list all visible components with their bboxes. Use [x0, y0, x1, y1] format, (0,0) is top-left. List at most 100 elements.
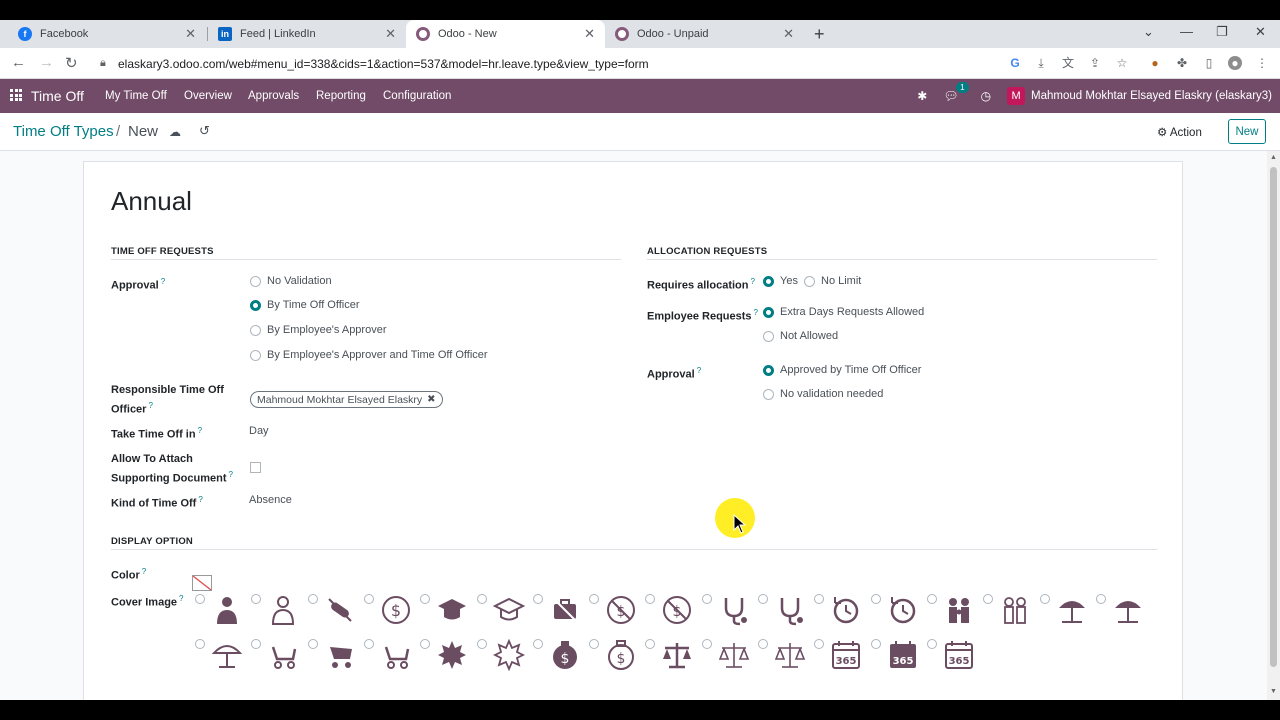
kind-select[interactable]: Absence [249, 494, 292, 506]
radio-dot[interactable] [814, 594, 825, 604]
scroll-thumb[interactable] [1270, 167, 1277, 667]
cover-image-option[interactable] [532, 592, 589, 636]
cover-image-option[interactable] [983, 592, 1039, 636]
radio-dot[interactable] [1039, 594, 1050, 604]
scroll-down-icon[interactable]: ▼ [1270, 688, 1277, 695]
radio-dot[interactable] [763, 306, 774, 318]
cover-image-option[interactable] [1095, 592, 1152, 636]
radio-dot[interactable] [589, 594, 600, 604]
radio-approved-by-officer[interactable]: Approved by Time Off Officer [763, 364, 921, 376]
cover-image-option[interactable] [814, 592, 870, 636]
cover-image-option[interactable] [1039, 592, 1096, 636]
radio-dot[interactable] [589, 639, 600, 649]
cloud-save-icon[interactable]: ☁︎ [169, 125, 181, 139]
radio-requires-no-limit[interactable]: No Limit [804, 275, 861, 287]
apps-grid-icon[interactable] [10, 89, 22, 101]
radio-dot[interactable] [251, 594, 262, 604]
browser-tab-odoo-unpaid[interactable]: Odoo - Unpaid ✕ [605, 20, 804, 48]
radio-requires-yes[interactable]: Yes [763, 275, 798, 287]
cover-image-option[interactable] [363, 637, 420, 681]
browser-tab-linkedin[interactable]: in Feed | LinkedIn ✕ [208, 20, 406, 48]
color-picker[interactable] [192, 575, 212, 591]
radio-dot[interactable] [701, 639, 712, 649]
cover-image-option[interactable] [307, 592, 364, 636]
close-tab-icon[interactable]: ✕ [584, 27, 595, 41]
radio-by-approver-and-officer[interactable]: By Employee's Approver and Time Off Offi… [250, 349, 488, 361]
menu-approvals[interactable]: Approvals [248, 90, 299, 102]
radio-dot[interactable] [804, 275, 815, 287]
help-icon[interactable]: ? [148, 401, 152, 410]
radio-dot[interactable] [250, 275, 261, 287]
cover-image-option[interactable] [701, 637, 758, 681]
help-icon[interactable]: ? [697, 366, 701, 375]
radio-dot[interactable] [763, 364, 774, 376]
radio-dot[interactable] [1095, 594, 1106, 604]
cover-image-option[interactable] [307, 637, 364, 681]
profile-avatar-icon[interactable]: ● [1228, 56, 1242, 70]
browser-tab-facebook[interactable]: f Facebook ✕ [8, 20, 206, 48]
action-button[interactable]: ⚙︎ Action [1157, 125, 1202, 139]
new-button[interactable]: New [1228, 119, 1266, 144]
side-panel-icon[interactable]: ▯ [1202, 56, 1216, 70]
radio-by-time-off-officer[interactable]: By Time Off Officer [250, 299, 360, 311]
user-menu[interactable]: M Mahmoud Mokhtar Elsayed Elaskry (elask… [1007, 87, 1272, 105]
tag-remove-icon[interactable]: ✖ [427, 394, 435, 405]
radio-dot[interactable] [758, 594, 768, 604]
radio-dot[interactable] [763, 330, 774, 342]
close-tab-icon[interactable]: ✕ [185, 27, 196, 41]
close-tab-icon[interactable]: ✕ [385, 27, 396, 41]
radio-dot[interactable] [251, 639, 262, 649]
radio-dot[interactable] [532, 594, 543, 604]
minimize-icon[interactable]: — [1180, 24, 1193, 39]
cover-image-option[interactable]: $ [589, 637, 645, 681]
radio-dot[interactable] [926, 594, 937, 604]
radio-dot[interactable] [870, 594, 881, 604]
new-tab-button[interactable]: + [814, 24, 825, 44]
radio-dot[interactable] [250, 324, 261, 336]
radio-extra-days-allowed[interactable]: Extra Days Requests Allowed [763, 306, 924, 318]
radio-dot[interactable] [363, 639, 374, 649]
help-icon[interactable]: ? [229, 470, 233, 479]
help-icon[interactable]: ? [198, 426, 202, 435]
browser-tab-odoo-new[interactable]: Odoo - New ✕ [406, 20, 605, 48]
app-name[interactable]: Time Off [31, 88, 84, 104]
menu-my-time-off[interactable]: My Time Off [105, 90, 167, 102]
radio-dot[interactable] [763, 388, 774, 400]
cover-image-option[interactable] [420, 592, 476, 636]
cover-image-option[interactable] [195, 637, 251, 681]
cover-image-option[interactable]: $ [645, 592, 701, 636]
help-icon[interactable]: ? [142, 567, 146, 576]
restore-icon[interactable]: ❐ [1216, 24, 1228, 40]
cover-image-option[interactable]: 365 [870, 637, 927, 681]
radio-dot[interactable] [363, 594, 374, 604]
radio-dot[interactable] [926, 639, 937, 649]
radio-dot[interactable] [983, 594, 994, 604]
cover-image-option[interactable]: $ [532, 637, 589, 681]
share-icon[interactable]: ⇪ [1088, 56, 1102, 70]
cover-image-option[interactable] [758, 637, 814, 681]
cover-image-option[interactable] [645, 637, 701, 681]
translate-icon[interactable]: 文 [1061, 56, 1075, 70]
name-field[interactable]: Annual [111, 186, 192, 217]
breadcrumb-parent[interactable]: Time Off Types [13, 123, 114, 140]
cover-image-option[interactable]: $ [363, 592, 420, 636]
radio-dot[interactable] [195, 594, 205, 604]
radio-dot[interactable] [758, 639, 768, 649]
cover-image-option[interactable]: 365 [814, 637, 870, 681]
radio-dot[interactable] [476, 594, 487, 604]
extension-monkey-icon[interactable]: ● [1148, 56, 1162, 70]
window-close-icon[interactable]: ✕ [1255, 24, 1266, 40]
scroll-up-icon[interactable]: ▲ [1270, 154, 1277, 161]
cover-image-option[interactable] [251, 592, 307, 636]
radio-dot[interactable] [645, 594, 656, 604]
responsible-tag[interactable]: Mahmoud Mokhtar Elsayed Elaskry ✖ [250, 391, 443, 408]
radio-dot[interactable] [420, 594, 431, 604]
radio-dot[interactable] [307, 639, 318, 649]
radio-no-validation[interactable]: No Validation [250, 275, 332, 287]
reload-icon[interactable]: ↻ [65, 54, 78, 72]
radio-dot[interactable] [250, 299, 261, 311]
cover-image-option[interactable] [758, 592, 814, 636]
cover-image-option[interactable] [251, 637, 307, 681]
take-in-select[interactable]: Day [249, 425, 269, 437]
cover-image-option[interactable]: $ [589, 592, 645, 636]
